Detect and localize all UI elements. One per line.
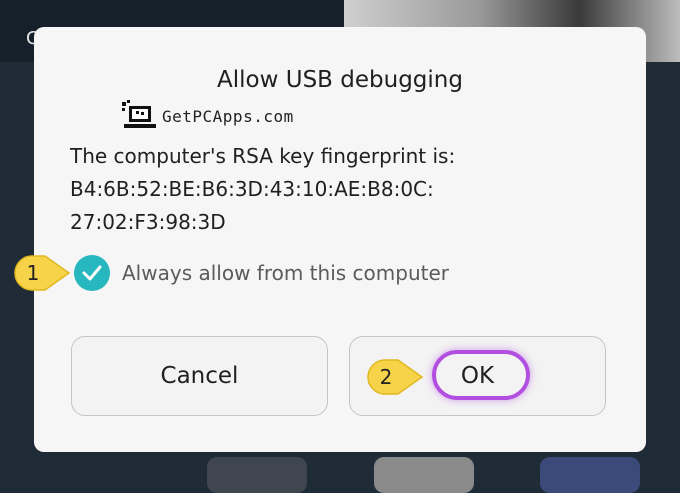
ok-highlight-ring	[432, 350, 530, 400]
background-app-tile	[374, 457, 474, 493]
laptop-logo-icon	[122, 100, 156, 128]
rsa-label: The computer's RSA key fingerprint is:	[70, 144, 456, 168]
fingerprint-line-1: B4:6B:52:BE:B6:3D:43:10:AE:B8:0C:	[70, 177, 434, 201]
watermark: GetPCApps.com	[120, 99, 294, 133]
dialog-title: Allow USB debugging	[217, 67, 463, 93]
watermark-text: GetPCApps.com	[162, 106, 294, 126]
always-allow-label: Always allow from this computer	[122, 261, 449, 285]
always-allow-option[interactable]: Always allow from this computer	[74, 255, 449, 291]
dialog-message: The computer's RSA key fingerprint is: B…	[70, 140, 630, 239]
step-badge-2: 2	[366, 358, 424, 396]
cancel-button[interactable]: Cancel	[71, 336, 328, 416]
step-number: 2	[379, 365, 393, 389]
step-badge-1: 1	[13, 254, 71, 292]
background-app-tile	[207, 457, 307, 493]
step-number: 1	[26, 261, 40, 285]
always-allow-checkbox[interactable]	[74, 255, 110, 291]
checkmark-icon	[82, 265, 102, 281]
fingerprint-line-2: 27:02:F3:98:3D	[70, 210, 226, 234]
usb-debugging-dialog: Allow USB debugging GetPCApps.com The co…	[34, 27, 646, 452]
background-app-tile	[540, 457, 640, 493]
